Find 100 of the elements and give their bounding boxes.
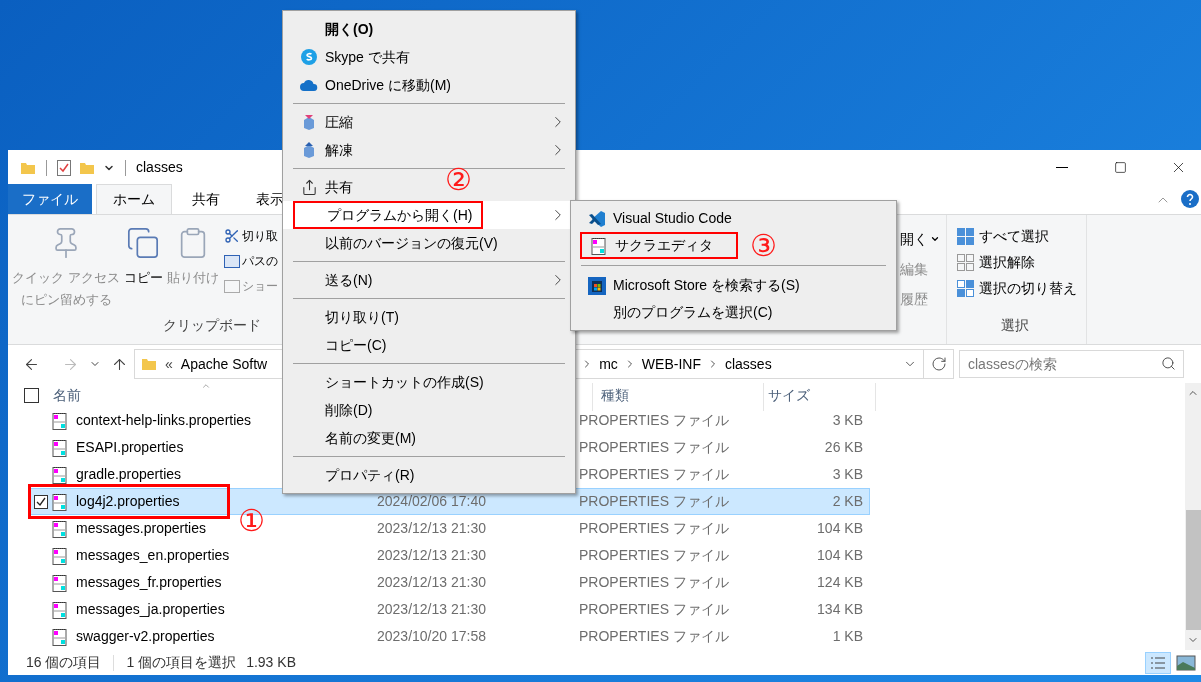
menu-label: Visual Studio Code bbox=[613, 209, 732, 228]
type-cell-text: PROPERTIES ファイル bbox=[579, 438, 729, 457]
menu-label: 解凍 bbox=[325, 140, 353, 160]
refresh-button[interactable] bbox=[924, 349, 954, 379]
grid-icon bbox=[957, 254, 974, 271]
size-cell-text: 104 KB bbox=[817, 519, 863, 538]
menu-item[interactable]: 開く(O) bbox=[293, 18, 374, 40]
size-cell-text: 124 KB bbox=[817, 573, 863, 592]
column-header[interactable]: 種類 bbox=[601, 384, 629, 406]
scrollbar[interactable] bbox=[1185, 383, 1201, 650]
help-icon[interactable] bbox=[1181, 190, 1199, 208]
menu-label: Skype で共有 bbox=[325, 47, 410, 67]
file-name: context-help-links.properties bbox=[76, 411, 252, 430]
maximize-icon bbox=[1113, 161, 1127, 174]
file-icon bbox=[52, 492, 67, 511]
details-view-icon[interactable] bbox=[1145, 651, 1171, 674]
file-name: messages_fr.properties bbox=[76, 573, 222, 592]
menu-item[interactable]: Skype で共有 bbox=[293, 46, 410, 68]
file-icon bbox=[52, 465, 67, 484]
breadcrumb[interactable]: classes bbox=[724, 353, 772, 375]
ribbon-small-button[interactable]: 選択解除 bbox=[957, 251, 1086, 274]
breadcrumb[interactable]: mc bbox=[599, 353, 618, 375]
menu-item[interactable]: 共有 bbox=[293, 176, 353, 198]
overflow-chevron[interactable]: « bbox=[165, 353, 173, 375]
ribbon-tab[interactable]: ファイル bbox=[8, 184, 92, 214]
code-editor-icon bbox=[587, 209, 606, 228]
file-name: gradle.properties bbox=[76, 465, 182, 484]
menu-item[interactable]: 別のプログラムを選択(C) bbox=[580, 302, 773, 323]
menu-label: 別のプログラムを選択(C) bbox=[613, 303, 773, 322]
menu-item[interactable]: OneDrive に移動(M) bbox=[293, 74, 451, 96]
type-cell-text: PROPERTIES ファイル bbox=[579, 627, 729, 646]
file-name: messages.properties bbox=[76, 519, 206, 538]
type-cell-text: PROPERTIES ファイル bbox=[579, 492, 729, 511]
size-cell-text: 26 KB bbox=[824, 438, 863, 457]
file-name: messages_ja.properties bbox=[76, 600, 225, 619]
ribbon-button[interactable]: コピー bbox=[122, 223, 164, 289]
menu-label: Microsoft Store を検索する(S) bbox=[613, 276, 800, 295]
file-icon bbox=[52, 546, 67, 565]
date-cell-text: 2023/12/13 21:30 bbox=[377, 519, 486, 538]
column-header[interactable]: サイズ bbox=[768, 384, 810, 406]
share-icon bbox=[300, 178, 318, 196]
refresh-icon bbox=[930, 356, 947, 372]
properties-icon[interactable] bbox=[57, 159, 71, 176]
row-checkbox[interactable] bbox=[34, 494, 48, 509]
menu-item[interactable]: 以前のバージョンの復元(V) bbox=[293, 232, 498, 254]
menu-label: 圧縮 bbox=[325, 112, 353, 132]
status-selection: 1 個の項目を選択 bbox=[126, 653, 237, 672]
menu-item[interactable]: 削除(D) bbox=[293, 399, 373, 421]
size-cell-text: 134 KB bbox=[817, 600, 863, 619]
select-all-checkbox[interactable] bbox=[24, 387, 39, 403]
date-cell-text: 2023/12/13 21:30 bbox=[377, 600, 486, 619]
grid-icon bbox=[957, 228, 974, 245]
menu-item[interactable]: 圧縮 bbox=[293, 111, 353, 133]
file-icon bbox=[52, 438, 67, 457]
menu-item[interactable]: 切り取り(T) bbox=[293, 306, 399, 328]
menu-label: 開く(O) bbox=[325, 19, 374, 39]
status-size: 1.93 KB bbox=[246, 653, 296, 672]
menu-item[interactable]: 名前の変更(M) bbox=[293, 427, 416, 449]
menu-label: プロパティ(R) bbox=[325, 465, 415, 485]
ribbon-tab[interactable]: ホーム bbox=[96, 184, 172, 214]
breadcrumb[interactable]: Apache Softw bbox=[180, 353, 268, 375]
group-label: 選択 bbox=[1001, 316, 1029, 335]
status-item-count: 16 個の項目 bbox=[26, 653, 102, 672]
ribbon-small-button[interactable]: 切り取 bbox=[224, 225, 278, 247]
ribbon-small-button[interactable]: 開く bbox=[900, 227, 946, 251]
ribbon-small-button[interactable]: すべて選択 bbox=[957, 225, 1086, 248]
column-header[interactable]: 名前 bbox=[53, 384, 81, 406]
size-cell-text: 2 KB bbox=[832, 492, 863, 511]
menu-item[interactable]: 送る(N) bbox=[293, 269, 373, 291]
date-cell-text: 2024/02/06 17:40 bbox=[377, 492, 486, 511]
menu-item[interactable]: Microsoft Store を検索する(S) bbox=[580, 275, 800, 296]
file-icon bbox=[52, 600, 67, 619]
menu-item[interactable]: Visual Studio Code bbox=[580, 208, 732, 229]
date-cell-text: 2023/12/13 21:30 bbox=[377, 573, 486, 592]
store-icon bbox=[587, 276, 606, 295]
type-cell-text: PROPERTIES ファイル bbox=[579, 411, 729, 430]
menu-item[interactable]: 解凍 bbox=[293, 139, 353, 161]
date-cell-text: 2023/12/13 21:30 bbox=[377, 546, 486, 565]
archive-icon bbox=[302, 114, 316, 130]
menu-label: OneDrive に移動(M) bbox=[325, 75, 451, 95]
skype-icon bbox=[301, 49, 317, 65]
callout-number: ③ bbox=[750, 230, 777, 261]
folder-icon bbox=[79, 160, 95, 175]
menu-item[interactable]: プロパティ(R) bbox=[293, 464, 415, 486]
scissors-icon bbox=[224, 228, 240, 244]
scrollbar-thumb[interactable] bbox=[1185, 510, 1201, 630]
cloud-icon bbox=[300, 79, 318, 91]
type-cell-text: PROPERTIES ファイル bbox=[579, 519, 729, 538]
menu-label: プログラムから開く(H) bbox=[327, 205, 473, 225]
folder-icon bbox=[141, 357, 157, 371]
file-name: ESAPI.properties bbox=[76, 438, 184, 457]
menu-label: 削除(D) bbox=[325, 400, 373, 420]
ribbon-small-button[interactable]: パスの bbox=[224, 250, 278, 272]
breadcrumb[interactable]: WEB-INF bbox=[641, 353, 701, 375]
menu-label: サクラエディタ bbox=[615, 236, 713, 255]
folder-icon bbox=[20, 160, 36, 175]
search-field[interactable]: classesの検索 bbox=[959, 350, 1184, 378]
ribbon-small-button[interactable]: 選択の切り替え bbox=[957, 277, 1086, 300]
ribbon-tab[interactable]: 共有 bbox=[176, 184, 236, 214]
menu-item[interactable]: サクラエディタ bbox=[582, 235, 713, 256]
